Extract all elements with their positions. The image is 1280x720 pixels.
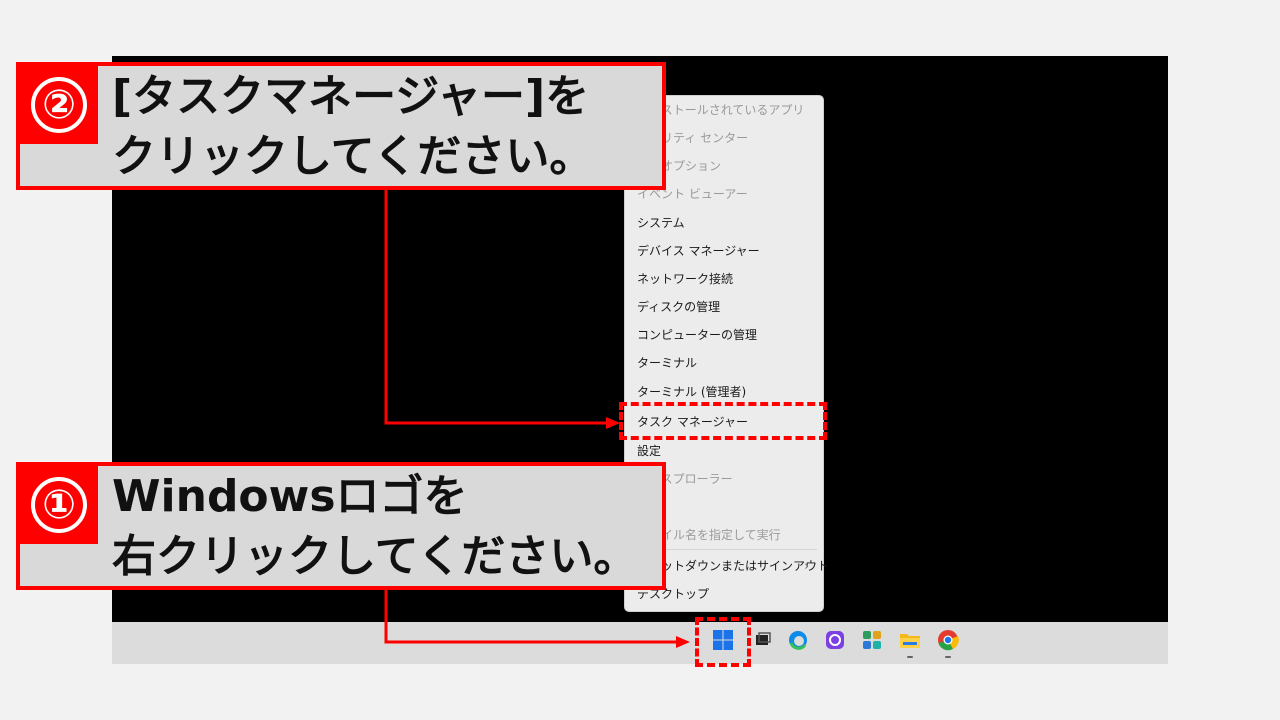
start-button-highlight	[695, 617, 751, 667]
callout-text-line1: Windowsロゴを	[112, 471, 468, 522]
step-number-badge: ①	[20, 466, 98, 544]
arrow-to-start	[384, 590, 676, 644]
arrow-head	[676, 636, 690, 648]
callout-text-line2: クリックしてください。	[112, 131, 594, 182]
callout-step-2: ② [タスクマネージャー]を クリックしてください。	[16, 62, 666, 190]
arrow-to-task-manager	[384, 190, 606, 425]
callout-step-1: ① Windowsロゴを 右クリックしてください。	[16, 462, 666, 590]
callout-text-line1: [タスクマネージャー]を	[112, 71, 590, 122]
task-manager-highlight	[619, 402, 827, 440]
step-number: ①	[31, 477, 87, 533]
arrow-head	[606, 417, 620, 429]
step-number: ②	[31, 77, 87, 133]
step-number-badge: ②	[20, 66, 98, 144]
callout-text-line2: 右クリックしてください。	[112, 531, 638, 582]
